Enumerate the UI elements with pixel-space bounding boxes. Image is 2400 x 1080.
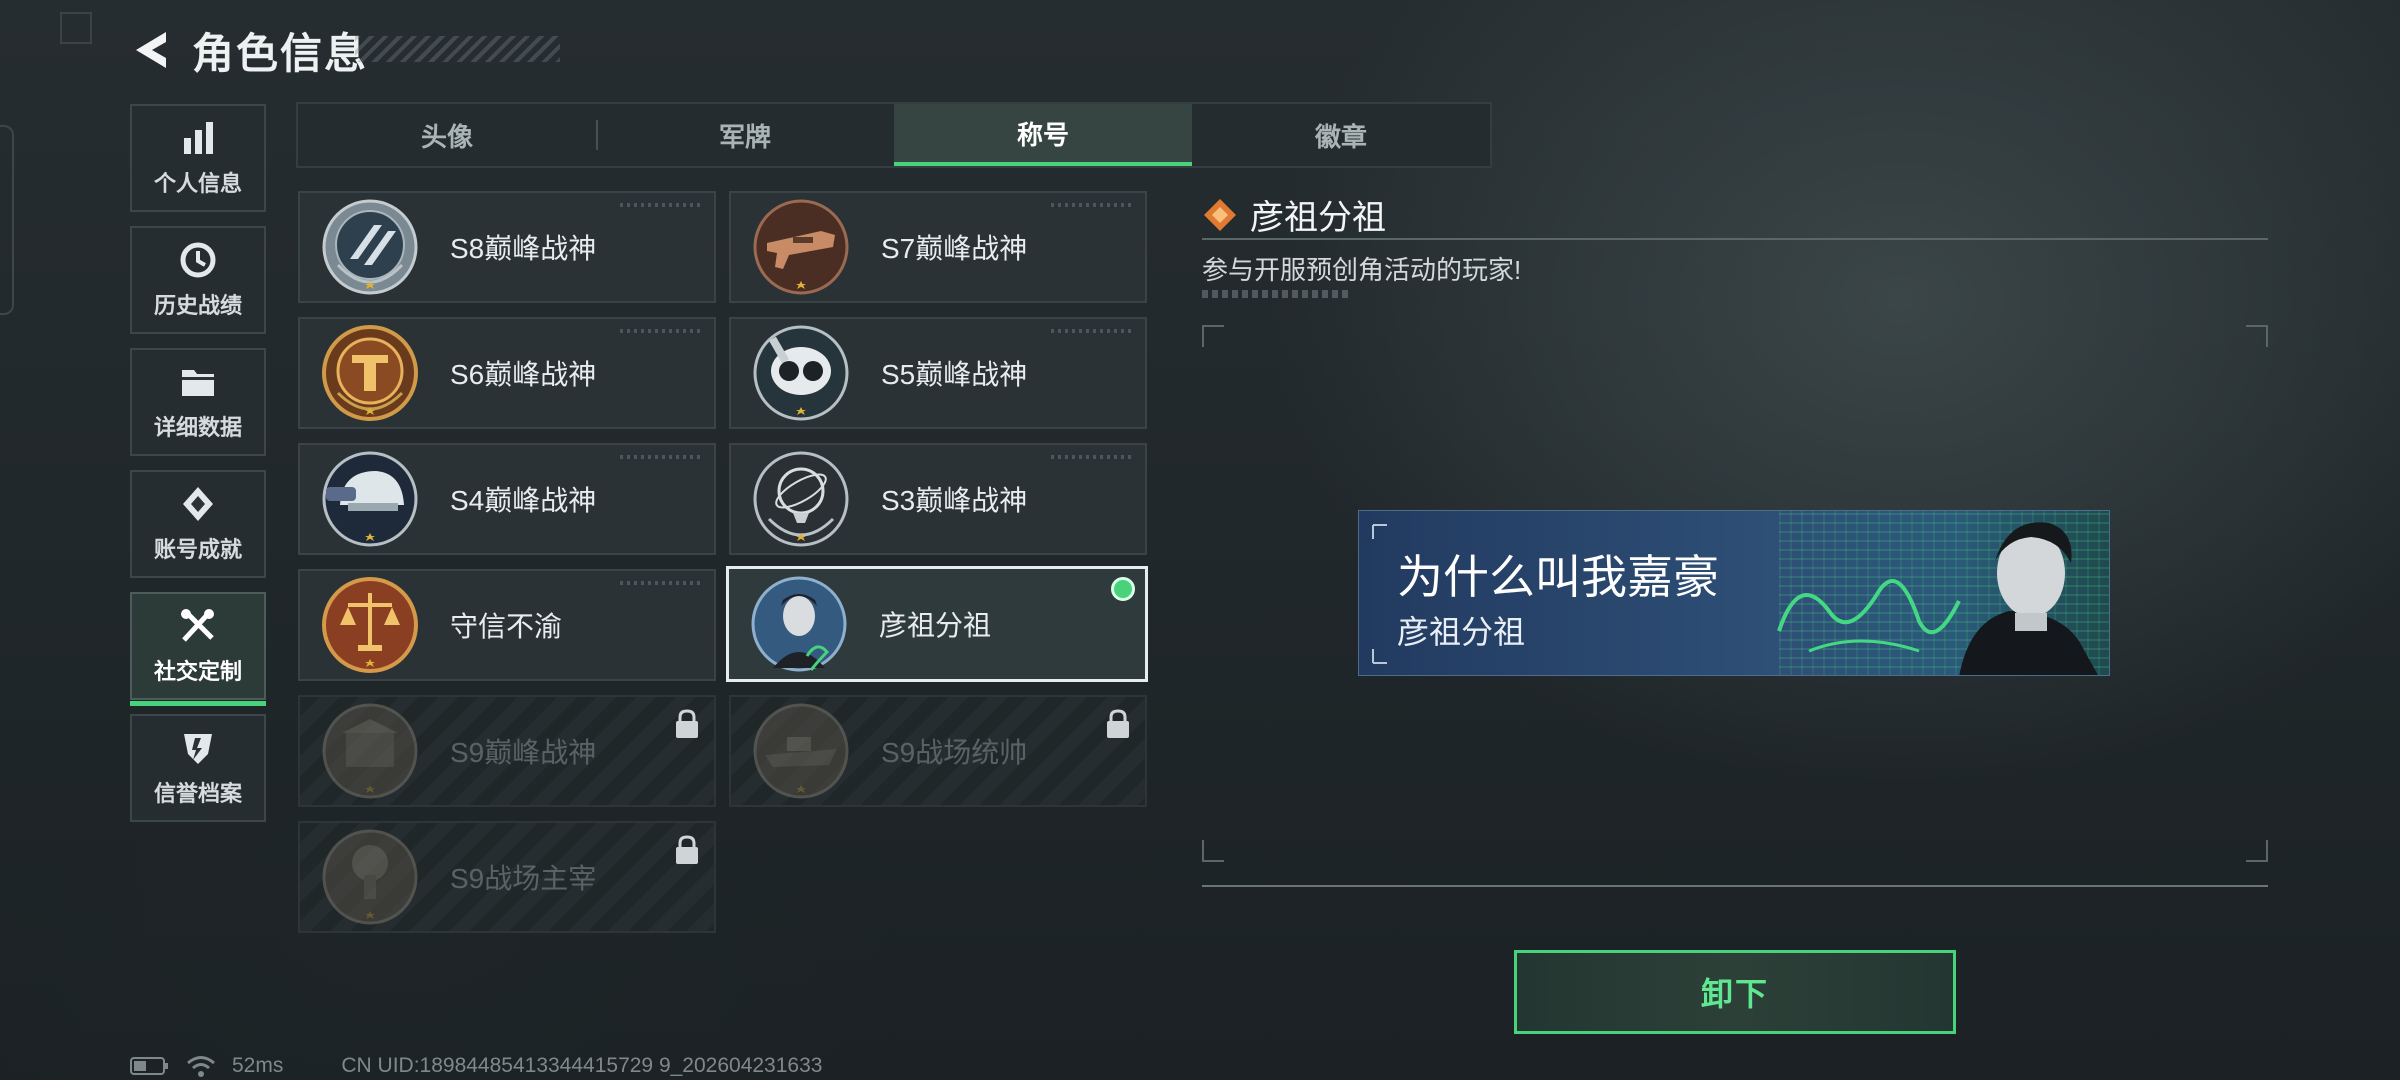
tools-icon xyxy=(181,609,214,642)
lock-icon xyxy=(676,835,698,864)
s3-emblem-icon xyxy=(753,451,849,547)
banner-main-text: 为什么叫我嘉豪 xyxy=(1397,551,1719,603)
divider xyxy=(1202,238,2268,240)
tab-bar: 头像 军牌 称号 徽章 xyxy=(296,102,1492,168)
status-bar: 52ms CN UID:18984485413344415729 9_20260… xyxy=(130,1054,822,1078)
uid-text: CN UID:18984485413344415729 9_2026042316… xyxy=(341,1054,823,1077)
portrait-emblem-icon xyxy=(751,576,847,672)
s9-peak-emblem-icon xyxy=(322,703,418,799)
title-name: 守信不渝 xyxy=(450,611,563,642)
page-header: 角色信息 xyxy=(130,20,368,80)
s9-dominator-emblem-icon xyxy=(322,829,418,925)
nav-item-social-custom[interactable]: 社交定制 xyxy=(130,592,266,706)
nav-label: 账号成就 xyxy=(153,537,242,562)
lock-icon xyxy=(1107,709,1129,738)
scales-emblem-icon xyxy=(322,577,418,673)
tab-badge[interactable]: 徽章 xyxy=(1192,104,1490,166)
title-card-s8[interactable]: S8巅峰战神 xyxy=(298,191,716,303)
card-stripes xyxy=(1051,329,1131,333)
title-name: 彦祖分祖 xyxy=(879,610,992,641)
back-arrow-icon[interactable] xyxy=(130,28,174,72)
title-name: S9战场主宰 xyxy=(450,863,597,894)
nav-label: 社交定制 xyxy=(153,659,242,684)
side-nav: 个人信息 历史战绩 详细数据 账号成就 社交定制 信誉档案 xyxy=(130,104,266,836)
s4-emblem-icon xyxy=(322,451,418,547)
nav-item-history[interactable]: 历史战绩 xyxy=(130,226,266,334)
history-icon xyxy=(180,242,216,278)
nav-label: 信誉档案 xyxy=(153,781,242,806)
s5-emblem-icon xyxy=(753,325,849,421)
achievement-icon xyxy=(183,487,213,521)
nav-item-achievements[interactable]: 账号成就 xyxy=(130,470,266,578)
title-name: S6巅峰战神 xyxy=(450,359,597,390)
s6-emblem-icon xyxy=(322,325,418,421)
card-stripes xyxy=(620,581,700,585)
nav-label: 个人信息 xyxy=(153,171,242,196)
folder-icon xyxy=(182,370,214,396)
preview-frame-corner xyxy=(1202,840,1224,862)
title-diamond-icon xyxy=(1204,198,1236,231)
credit-shield-icon xyxy=(184,734,212,764)
tab-avatar[interactable]: 头像 xyxy=(298,104,596,166)
title-card-s3[interactable]: S3巅峰战神 xyxy=(729,443,1147,555)
nav-label: 详细数据 xyxy=(153,415,242,440)
ping-value: 52ms xyxy=(232,1054,284,1077)
tab-title[interactable]: 称号 xyxy=(894,104,1192,166)
detail-title: 彦祖分祖 xyxy=(1250,199,1386,237)
preview-frame-corner xyxy=(2246,325,2268,347)
divider xyxy=(1202,885,2268,887)
s9-commander-emblem-icon xyxy=(753,703,849,799)
title-card-s4[interactable]: S4巅峰战神 xyxy=(298,443,716,555)
title-card-trustworthy[interactable]: 守信不渝 xyxy=(298,569,716,681)
preview-frame-corner xyxy=(2246,840,2268,862)
card-stripes xyxy=(620,329,700,333)
preview-frame-corner xyxy=(1202,325,1224,347)
nav-item-credit-record[interactable]: 信誉档案 xyxy=(130,714,266,822)
banner-sub-text: 彦祖分祖 xyxy=(1397,614,1526,650)
unequip-button[interactable]: 卸下 xyxy=(1514,950,1956,1034)
s8-emblem-icon xyxy=(322,199,418,295)
battery-icon xyxy=(130,1057,168,1075)
title-name: S7巅峰战神 xyxy=(881,233,1028,264)
tab-dogtag[interactable]: 军牌 xyxy=(596,104,894,166)
card-stripes xyxy=(620,203,700,207)
bar-chart-icon xyxy=(184,122,213,154)
title-card-s6[interactable]: S6巅峰战神 xyxy=(298,317,716,429)
title-name: S4巅峰战神 xyxy=(450,485,597,516)
title-card-yanzu[interactable]: 彦祖分祖 xyxy=(726,566,1148,682)
edge-handle xyxy=(0,125,14,315)
title-stripes xyxy=(355,36,560,62)
title-name: S8巅峰战神 xyxy=(450,233,597,264)
nav-item-detailed-data[interactable]: 详细数据 xyxy=(130,348,266,456)
title-card-s9-commander[interactable]: S9战场统帅 xyxy=(729,695,1147,807)
title-card-s9-peak[interactable]: S9巅峰战神 xyxy=(298,695,716,807)
title-banner-preview: 为什么叫我嘉豪 彦祖分祖 xyxy=(1358,510,2110,676)
title-card-s5[interactable]: S5巅峰战神 xyxy=(729,317,1147,429)
page-title: 角色信息 xyxy=(192,29,369,77)
title-name: S3巅峰战神 xyxy=(881,485,1028,516)
detail-description: 参与开服预创角活动的玩家! xyxy=(1202,255,1522,285)
description-stripes xyxy=(1202,290,1352,298)
card-stripes xyxy=(1051,455,1131,459)
detail-header: 彦祖分祖 xyxy=(1202,190,1386,239)
title-card-s7[interactable]: S7巅峰战神 xyxy=(729,191,1147,303)
corner-frame xyxy=(60,12,92,44)
title-name: S9战场统帅 xyxy=(881,737,1028,768)
equipped-indicator xyxy=(1111,577,1135,601)
card-stripes xyxy=(1051,203,1131,207)
title-name: S9巅峰战神 xyxy=(450,737,597,768)
wifi-icon xyxy=(187,1056,215,1077)
title-card-s9-dominator[interactable]: S9战场主宰 xyxy=(298,821,716,933)
title-name: S5巅峰战神 xyxy=(881,359,1028,390)
lock-icon xyxy=(676,709,698,738)
s7-emblem-icon xyxy=(753,199,849,295)
nav-label: 历史战绩 xyxy=(153,293,242,318)
card-stripes xyxy=(620,455,700,459)
nav-item-personal-info[interactable]: 个人信息 xyxy=(130,104,266,212)
